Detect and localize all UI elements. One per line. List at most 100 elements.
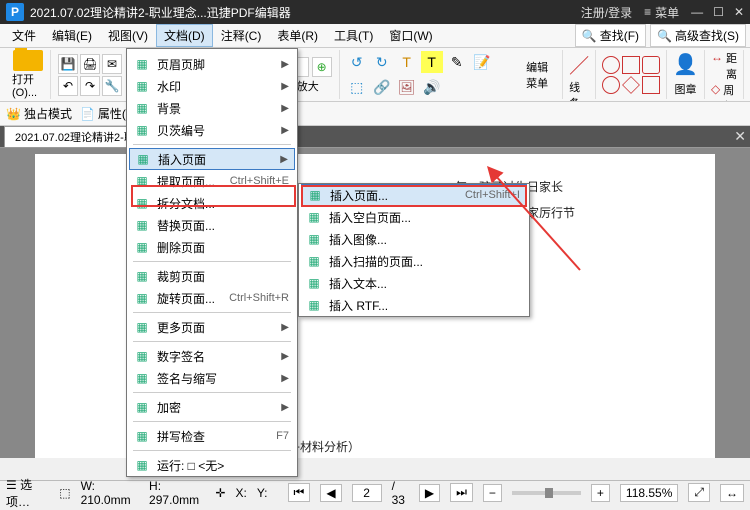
menu-item[interactable]: ▦删除页面 [127, 236, 297, 258]
menu-item[interactable]: ▦提取页面...Ctrl+Shift+E [127, 170, 297, 192]
distance-label[interactable]: 距离 [726, 50, 737, 82]
menu-item[interactable]: ▦水印▶ [127, 75, 297, 97]
menu-item[interactable]: ▦裁剪页面 [127, 265, 297, 287]
secondary-toolbar: 👑独占模式 📄属性(P)... [0, 102, 750, 126]
doc-plus-icon: ▦ [305, 275, 323, 291]
zoom-out-button[interactable]: − [483, 484, 502, 502]
menu-item[interactable]: ▦运行: □ <无> [127, 454, 297, 476]
doc-icon: ▦ [133, 428, 151, 444]
doc-icon: ▦ [133, 348, 151, 364]
sound-icon[interactable]: 🔊 [421, 76, 443, 98]
page-number-input[interactable] [352, 484, 382, 502]
submenu-item[interactable]: ▦插入图像... [299, 228, 529, 250]
text-tool-icon[interactable]: T [396, 51, 418, 73]
doc-icon: ▦ [133, 173, 151, 189]
options-button[interactable]: ☰ 选项… [6, 476, 49, 510]
menu-comment[interactable]: 注释(C) [213, 24, 270, 47]
pencil-icon[interactable]: ✎ [446, 51, 468, 73]
find-button[interactable]: 🔍 查找(F) [575, 24, 646, 47]
print-icon[interactable]: 🖨 [80, 54, 100, 74]
prev-page-button[interactable]: ◀ [320, 484, 341, 502]
submenu-item[interactable]: ▦插入 RTF... [299, 294, 529, 316]
select-icon[interactable]: ⬚ [346, 76, 368, 98]
menu-item[interactable]: ▦贝茨编号▶ [127, 119, 297, 141]
menu-bar: 文件 编辑(E) 视图(V) 文档(D) 注释(C) 表单(R) 工具(T) 窗… [0, 24, 750, 48]
submenu-item[interactable]: ▦插入扫描的页面... [299, 250, 529, 272]
menu-view[interactable]: 视图(V) [100, 24, 156, 47]
zoom-in-button[interactable]: + [591, 484, 610, 502]
rotate-right-icon[interactable]: ↻ [371, 51, 393, 73]
rotate-left-icon[interactable]: ↺ [346, 51, 368, 73]
close-button[interactable]: ✕ [734, 5, 744, 19]
perimeter-label[interactable]: 周长 [723, 82, 737, 102]
menu-file[interactable]: 文件 [4, 24, 44, 47]
menu-form[interactable]: 表单(R) [269, 24, 326, 47]
submenu-item[interactable]: ▦插入文本... [299, 272, 529, 294]
redo-icon[interactable]: ↷ [80, 76, 100, 96]
page-text: 观 [245, 408, 675, 434]
wrench-icon[interactable]: 🔧 [102, 76, 122, 96]
menu-item[interactable]: ▦旋转页面...Ctrl+Shift+R [127, 287, 297, 309]
title-bar: P 2021.07.02理论精讲2-职业理念...迅捷PDF编辑器 注册/登录 … [0, 0, 750, 24]
insert-page-submenu: ▦插入页面...Ctrl+Shift+I▦插入空白页面...▦插入图像...▦插… [298, 183, 530, 317]
link-icon[interactable]: 🔗 [371, 76, 393, 98]
x-coord: X: [235, 486, 246, 500]
menu-item[interactable]: ▦拆分文档... [127, 192, 297, 214]
last-page-button[interactable]: ⏭ [450, 483, 473, 502]
first-page-button[interactable]: ⏮ [288, 483, 311, 502]
doc-icon: ▦ [133, 100, 151, 116]
fit-page-icon[interactable]: ⤢ [688, 483, 710, 502]
submenu-item[interactable]: ▦插入空白页面... [299, 206, 529, 228]
note-icon[interactable]: 📝 [471, 51, 493, 73]
zoom-value[interactable]: 118.55% [620, 484, 678, 502]
menu-item[interactable]: ▦页眉页脚▶ [127, 53, 297, 75]
stamp-label: 图章 [675, 81, 697, 97]
exclusive-mode-button[interactable]: 👑独占模式 [6, 105, 72, 122]
menu-item[interactable]: ▦替换页面... [127, 214, 297, 236]
doc-plus-icon: ▦ [305, 297, 323, 313]
open-file-icon[interactable] [13, 50, 43, 71]
next-page-button[interactable]: ▶ [419, 484, 440, 502]
menu-edit[interactable]: 编辑(E) [44, 24, 100, 47]
crop-icon[interactable]: ⬚ [59, 486, 70, 500]
menu-item[interactable]: ▦加密▶ [127, 396, 297, 418]
menu-item[interactable]: ▦背景▶ [127, 97, 297, 119]
submenu-item[interactable]: ▦插入页面...Ctrl+Shift+I [301, 184, 527, 206]
save-icon[interactable]: 💾 [58, 54, 78, 74]
menu-window[interactable]: 窗口(W) [381, 24, 440, 47]
tab-bar-close-icon[interactable]: ✕ [734, 128, 746, 145]
stamp-icon[interactable]: 👤 [673, 52, 698, 77]
line-tool-icon[interactable]: ／ [569, 50, 589, 79]
doc-icon: ▦ [133, 195, 151, 211]
doc-icon: ▦ [133, 122, 151, 138]
highlight-icon[interactable]: T [421, 51, 443, 73]
menu-item[interactable]: ▦插入页面▶ [129, 148, 295, 170]
menu-item[interactable]: ▦签名与缩写▶ [127, 367, 297, 389]
main-toolbar: 打开(O)... 💾🖨✉ ↶↷🔧 55%⊕ 缩小放大 ↺ ↻ T T ✎ 📝 ⬚… [0, 48, 750, 102]
zoom-slider[interactable] [512, 491, 581, 495]
minimize-button[interactable]: — [691, 5, 703, 19]
zoom-in-icon[interactable]: ⊕ [312, 57, 332, 77]
menu-item[interactable]: ▦数字签名▶ [127, 345, 297, 367]
window-title: 2021.07.02理论精讲2-职业理念...迅捷PDF编辑器 [30, 4, 581, 21]
menu-tools[interactable]: 工具(T) [326, 24, 381, 47]
document-menu-dropdown: ▦页眉页脚▶▦水印▶▦背景▶▦贝茨编号▶ ▦插入页面▶▦提取页面...Ctrl+S… [126, 48, 298, 477]
doc-plus-icon: ▦ [306, 187, 324, 203]
doc-icon: ▦ [133, 399, 151, 415]
maximize-button[interactable]: ☐ [713, 5, 724, 19]
doc-icon: ▦ [133, 56, 151, 72]
image-icon[interactable]: 🖼 [396, 76, 418, 98]
doc-plus-icon: ▦ [305, 209, 323, 225]
menu-button[interactable]: 菜单 [655, 4, 679, 21]
login-link[interactable]: 注册/登录 [581, 4, 632, 21]
fit-width-icon[interactable]: ↔ [720, 484, 744, 502]
shape-grid[interactable] [602, 56, 660, 94]
advanced-find-button[interactable]: 🔍 高级查找(S) [650, 24, 746, 47]
edit-menu-label: 编辑菜单 [526, 59, 556, 91]
menu-item[interactable]: ▦拼写检查F7 [127, 425, 297, 447]
mail-icon[interactable]: ✉ [102, 54, 122, 74]
menu-document[interactable]: 文档(D) [156, 24, 213, 47]
doc-icon: ▦ [133, 319, 151, 335]
menu-item[interactable]: ▦更多页面▶ [127, 316, 297, 338]
undo-icon[interactable]: ↶ [58, 76, 78, 96]
